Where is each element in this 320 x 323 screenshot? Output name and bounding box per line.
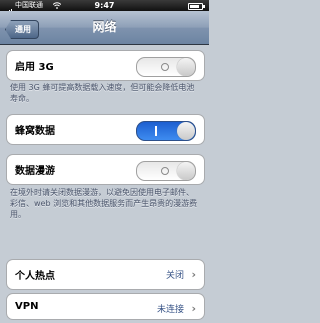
vpn-row[interactable]: VPN 未连接 › [6, 293, 205, 320]
hotspot-row[interactable]: 个人热点 关闭 › [6, 259, 205, 290]
status-bar: 中国联通 9:47 [0, 0, 209, 14]
data-roaming-switch[interactable] [136, 161, 196, 181]
vpn-value: 未连接 [156, 305, 184, 315]
switch-knob[interactable] [177, 162, 195, 180]
off-indicator-icon [161, 167, 169, 175]
hotspot-value: 关闭 [165, 271, 184, 281]
hotspot-label: 个人热点 [15, 271, 55, 282]
enable-3g-switch[interactable] [136, 57, 196, 77]
chevron-right-icon: › [191, 302, 196, 315]
switch-knob[interactable] [177, 58, 195, 76]
page-title: 网络 [92, 20, 117, 34]
enable-3g-label: 启用 3G [15, 62, 54, 73]
off-indicator-icon [161, 63, 169, 71]
chevron-right-icon: › [191, 268, 196, 281]
cellular-data-switch[interactable] [136, 121, 196, 141]
on-indicator-icon [155, 126, 157, 136]
enable-3g-row: 启用 3G [6, 50, 205, 81]
data-roaming-note: 在境外时请关闭数据漫游，以避免因使用电子邮件、彩信、web 浏览和其他数据服务而… [10, 188, 198, 219]
data-roaming-label: 数据漫游 [15, 166, 55, 177]
data-roaming-row: 数据漫游 [6, 154, 205, 185]
vpn-label: VPN [15, 301, 39, 312]
battery-icon [188, 3, 205, 10]
status-time: 9:47 [94, 1, 115, 10]
navigation-bar: 通用 网络 [0, 11, 209, 45]
switch-knob[interactable] [177, 122, 195, 140]
enable-3g-note: 使用 3G 蜂可提高数据载入速度，但可能会降低电池寿命。 [10, 83, 195, 103]
cellular-data-label: 蜂窝数据 [15, 126, 55, 137]
cellular-data-row: 蜂窝数据 [6, 114, 205, 145]
